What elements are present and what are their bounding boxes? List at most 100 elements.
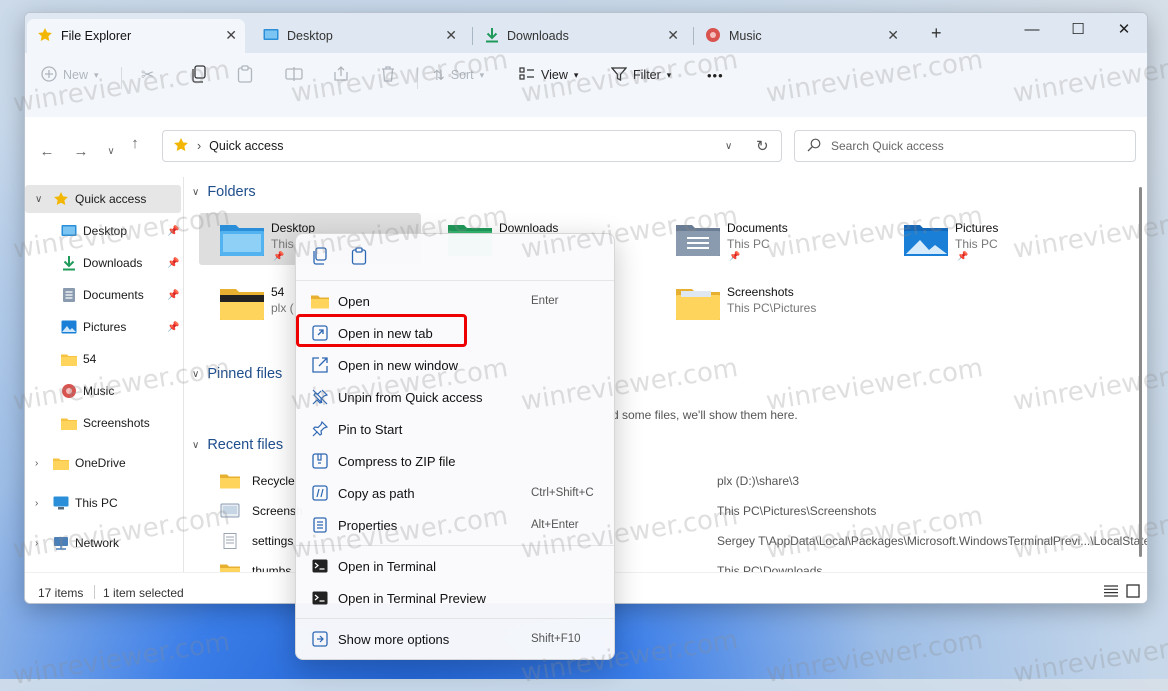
menu-item-copy-as-path[interactable]: Copy as path Ctrl+Shift+C: [300, 478, 610, 508]
sidebar-item-desktop[interactable]: Desktop 📌: [25, 217, 181, 245]
sidebar-item-screenshots[interactable]: Screenshots: [25, 409, 181, 437]
tab-downloads[interactable]: Downloads ✕: [475, 19, 687, 53]
large-icons-view-icon[interactable]: [1126, 584, 1140, 601]
cut-button[interactable]: ✂: [141, 53, 154, 97]
copy-action-button[interactable]: [309, 246, 331, 268]
sidebar-item-label: 54: [83, 352, 97, 366]
rename-icon: [285, 66, 303, 85]
sidebar-item-label: Downloads: [83, 256, 143, 270]
section-folders[interactable]: ∨ Folders: [192, 184, 256, 200]
sidebar-item-downloads[interactable]: Downloads 📌: [25, 249, 181, 277]
terminal-icon: [311, 557, 329, 575]
delete-button[interactable]: [381, 53, 395, 97]
chevron-right-icon[interactable]: ›: [35, 538, 38, 549]
file-name: thumbs_: [252, 564, 299, 572]
maximize-button[interactable]: ☐: [1055, 13, 1101, 45]
filter-button[interactable]: Filter ▾: [610, 53, 672, 97]
screenshot-file-icon: [220, 503, 240, 519]
sidebar-item-this-pc[interactable]: › This PC: [25, 489, 181, 517]
back-button[interactable]: ←: [37, 141, 57, 161]
close-window-button[interactable]: ✕: [1101, 13, 1147, 45]
section-recent-files[interactable]: ∨ Recent files: [192, 437, 283, 453]
menu-item-unpin-from-quick-access[interactable]: Unpin from Quick access: [300, 382, 610, 412]
chevron-down-icon: ∨: [192, 368, 200, 380]
pin-icon: 📌: [167, 225, 180, 237]
folder-tile-screenshots[interactable]: Screenshots This PC\Pictures: [655, 277, 877, 329]
context-menu-quick-actions: [296, 234, 614, 281]
address-history-icon[interactable]: ∨: [725, 141, 732, 152]
copy-button[interactable]: [191, 53, 207, 97]
up-button[interactable]: ↑: [125, 133, 145, 153]
search-icon: [807, 138, 821, 155]
recent-locations-button[interactable]: ∨: [101, 141, 121, 161]
sort-button[interactable]: ⇅ Sort ▾: [433, 53, 484, 97]
watermark: winreviewer.com: [764, 625, 986, 689]
command-bar: New ▾ ✂ ⇅ Sort ▾ View ▾ Filter ▾ •••: [25, 53, 1147, 118]
watermark: winreviewer.com: [11, 627, 233, 691]
view-button[interactable]: View ▾: [519, 53, 578, 97]
section-pinned-files[interactable]: ∨ Pinned files: [192, 366, 282, 382]
sidebar-item-quick-access[interactable]: ∨ Quick access: [25, 185, 181, 213]
navigation-pane: ∨ Quick access Desktop 📌 Downloads 📌 Doc…: [25, 177, 184, 572]
see-more-button[interactable]: •••: [707, 53, 724, 97]
close-tab-icon[interactable]: ✕: [445, 27, 457, 44]
documents-folder-icon: [675, 221, 721, 257]
menu-item-open[interactable]: Open Enter: [300, 286, 610, 316]
sidebar-item-54[interactable]: 54: [25, 345, 181, 373]
rename-button[interactable]: [285, 53, 303, 97]
file-location: plx (D:)\share\3: [717, 474, 800, 488]
tab-file-explorer[interactable]: File Explorer ✕: [27, 19, 245, 53]
tab-desktop[interactable]: Desktop ✕: [253, 19, 465, 53]
chevron-down-icon: ▾: [666, 69, 672, 80]
menu-item-open-in-new-window[interactable]: Open in new window: [300, 350, 610, 380]
sidebar-item-label: Music: [83, 384, 115, 398]
sidebar-item-network[interactable]: › Network: [25, 529, 181, 557]
menu-item-compress-to-zip[interactable]: Compress to ZIP file: [300, 446, 610, 476]
arrow-right-icon: →: [73, 142, 89, 160]
breadcrumb[interactable]: Quick access: [209, 139, 283, 153]
scrollbar-thumb[interactable]: [1139, 187, 1142, 557]
address-bar[interactable]: › Quick access ∨ ↻: [162, 130, 782, 162]
chevron-down-icon[interactable]: ∨: [35, 194, 42, 205]
chevron-right-icon[interactable]: ›: [35, 498, 38, 509]
sidebar-item-onedrive[interactable]: › OneDrive: [25, 449, 181, 477]
new-tab-button[interactable]: +: [931, 23, 942, 44]
chevron-right-icon[interactable]: ›: [35, 458, 38, 469]
sidebar-item-documents[interactable]: Documents 📌: [25, 281, 181, 309]
tab-music[interactable]: Music ✕: [695, 19, 907, 53]
filter-label: Filter: [633, 68, 661, 82]
menu-item-pin-to-start[interactable]: Pin to Start: [300, 414, 610, 444]
trash-icon: [381, 65, 395, 85]
watermark: winreviewer.com: [1011, 625, 1168, 689]
menu-item-properties[interactable]: Properties Alt+Enter: [300, 510, 610, 540]
vertical-scrollbar[interactable]: [1135, 173, 1147, 573]
copy-icon: [312, 246, 328, 268]
sidebar-item-music[interactable]: Music: [25, 377, 181, 405]
menu-item-label: Open in new tab: [338, 325, 433, 341]
refresh-icon[interactable]: ↻: [756, 137, 769, 155]
close-tab-icon[interactable]: ✕: [667, 27, 679, 44]
search-input[interactable]: Search Quick access: [794, 130, 1136, 162]
forward-button[interactable]: →: [71, 141, 91, 161]
menu-item-open-in-new-tab[interactable]: Open in new tab: [300, 318, 610, 348]
folder-name: 54: [271, 285, 285, 299]
minimize-button[interactable]: —: [1009, 13, 1055, 45]
folder-tile-pictures[interactable]: Pictures This PC 📌: [883, 213, 1105, 265]
paste-action-button[interactable]: [348, 246, 370, 267]
close-tab-icon[interactable]: ✕: [887, 27, 899, 44]
menu-item-label: Open in new window: [338, 357, 458, 373]
share-button[interactable]: [333, 53, 349, 97]
new-button[interactable]: New ▾: [41, 53, 99, 97]
file-location: This PC\Downloads: [717, 564, 823, 572]
close-tab-icon[interactable]: ✕: [225, 27, 237, 44]
menu-item-show-more-options[interactable]: Show more options Shift+F10: [300, 624, 610, 654]
menu-item-open-in-terminal[interactable]: Open in Terminal: [300, 551, 610, 581]
menu-item-open-in-terminal-preview[interactable]: Open in Terminal Preview: [300, 583, 610, 613]
folder-tile-documents[interactable]: Documents This PC 📌: [655, 213, 877, 265]
folder-name: Pictures: [955, 221, 999, 235]
tab-label: Music: [729, 29, 762, 43]
share-icon: [333, 65, 349, 85]
sidebar-item-pictures[interactable]: Pictures 📌: [25, 313, 181, 341]
paste-button[interactable]: [237, 53, 253, 97]
details-view-icon[interactable]: [1104, 585, 1118, 600]
